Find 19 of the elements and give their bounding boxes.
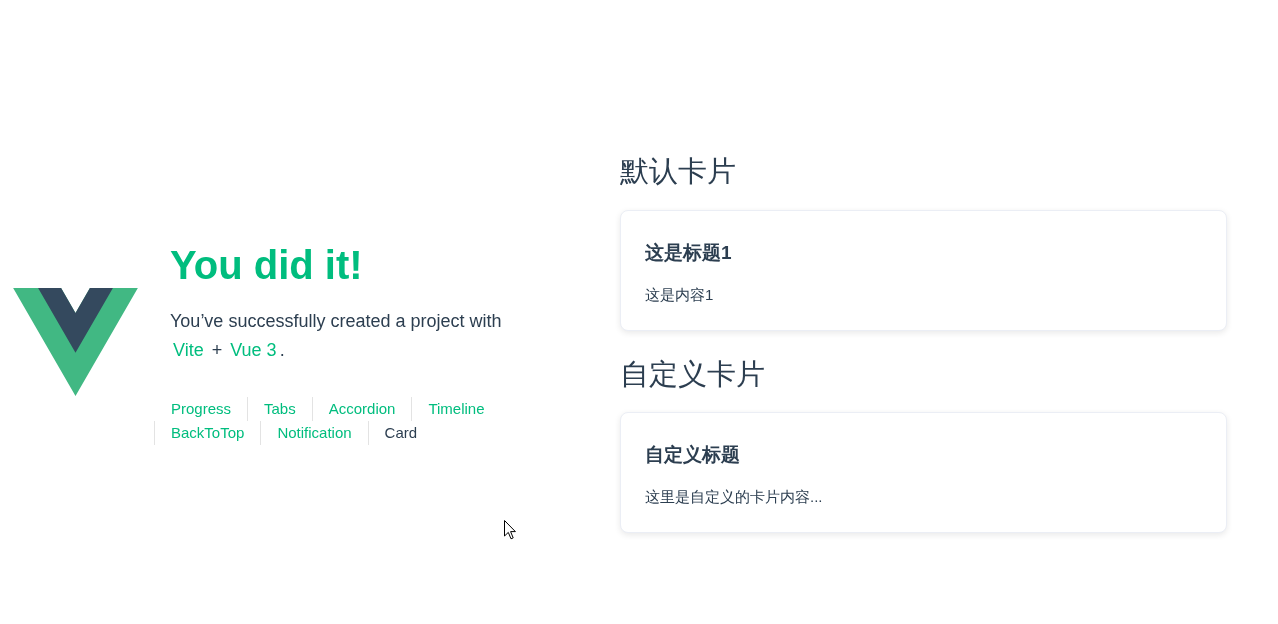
nav-link[interactable]: Progress xyxy=(154,396,248,421)
card-title: 这是标题1 xyxy=(645,241,733,265)
greeting-text: You’ve successfully created a project with Vite + Vue 3 . xyxy=(170,309,503,362)
section-heading: 默认卡片 xyxy=(620,154,737,189)
card-text: 这是内容1 xyxy=(645,285,715,305)
section-heading: 自定义卡片 xyxy=(620,357,766,392)
greeting-link[interactable]: Vue 3 xyxy=(227,339,280,360)
mouse-cursor-icon xyxy=(504,520,516,540)
nav-link[interactable]: Timeline xyxy=(411,396,501,421)
hero-title: You did it! xyxy=(170,241,364,289)
nav-link[interactable]: Notification xyxy=(260,420,368,445)
nav-link[interactable]: Accordion xyxy=(311,396,412,421)
card-text: 这里是自定义的卡片内容... xyxy=(645,487,824,507)
nav-link[interactable]: Card xyxy=(367,420,434,445)
v-logo-icon xyxy=(13,288,138,396)
card-title: 自定义标题 xyxy=(645,443,741,467)
nav-link[interactable]: Tabs xyxy=(247,396,312,421)
greeting-link[interactable]: Vite xyxy=(170,339,207,360)
nav-link[interactable]: BackToTop xyxy=(154,420,261,445)
